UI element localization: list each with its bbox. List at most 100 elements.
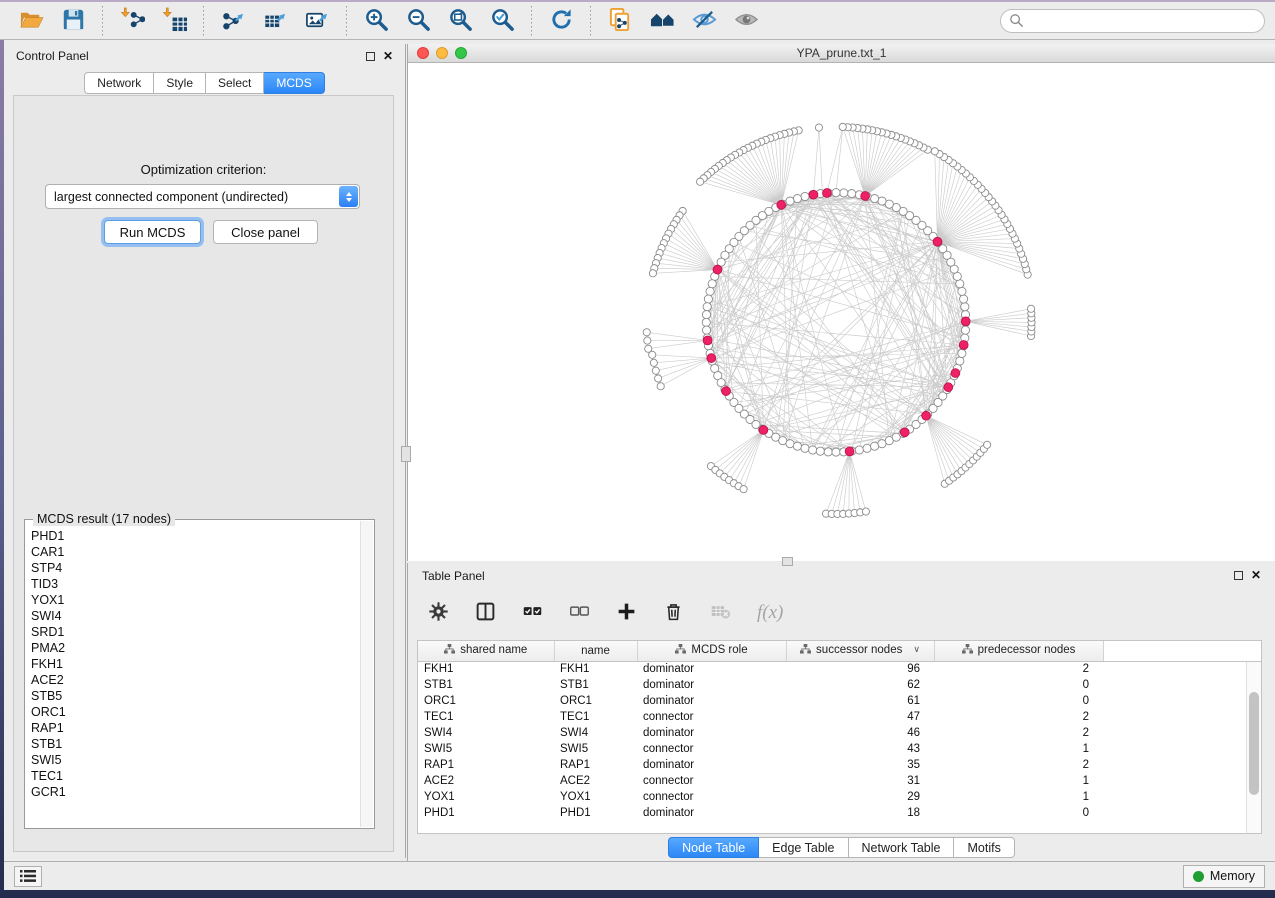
mcds-result-item[interactable]: RAP1: [31, 720, 358, 736]
import-table-button[interactable]: [157, 6, 191, 36]
graph-node[interactable]: [706, 287, 714, 295]
graph-mcds-node[interactable]: [861, 192, 870, 201]
cell[interactable]: 2: [934, 757, 1103, 773]
graph-node[interactable]: [863, 444, 871, 452]
table-row[interactable]: TEC1TEC1connector472: [418, 709, 1261, 725]
tab-node-table[interactable]: Node Table: [668, 837, 759, 858]
table-row[interactable]: YOX1YOX1connector291: [418, 789, 1261, 805]
cell[interactable]: dominator: [637, 805, 786, 821]
table-scrollbar-thumb[interactable]: [1249, 692, 1259, 795]
cell[interactable]: 0: [934, 677, 1103, 693]
first-neighbors-button[interactable]: [645, 6, 679, 36]
mcds-result-item[interactable]: STP4: [31, 560, 358, 576]
table-row[interactable]: SWI4SWI4dominator462: [418, 725, 1261, 741]
mcds-result-item[interactable]: SWI4: [31, 608, 358, 624]
graph-node[interactable]: [832, 189, 840, 197]
graph-leaf-node[interactable]: [649, 270, 656, 277]
cell[interactable]: ACE2: [554, 773, 637, 789]
mcds-result-list[interactable]: PHD1CAR1STP4TID3YOX1SWI4SRD1PMA2FKH1ACE2…: [31, 528, 358, 826]
table-scrollbar[interactable]: [1246, 662, 1261, 833]
run-mcds-button[interactable]: Run MCDS: [104, 220, 201, 244]
cell[interactable]: PHD1: [554, 805, 637, 821]
select-all-button[interactable]: [522, 601, 543, 625]
open-file-button[interactable]: [14, 6, 48, 36]
graph-node[interactable]: [956, 357, 964, 365]
export-image-button[interactable]: [300, 6, 334, 36]
graph-node[interactable]: [704, 295, 712, 303]
tab-style[interactable]: Style: [154, 72, 206, 94]
cell[interactable]: 43: [786, 741, 934, 757]
mcds-result-scrollbar[interactable]: [360, 521, 373, 827]
mcds-result-item[interactable]: PMA2: [31, 640, 358, 656]
deselect-all-button[interactable]: [569, 601, 590, 625]
cell[interactable]: dominator: [637, 725, 786, 741]
cell[interactable]: 46: [786, 725, 934, 741]
tab-edge-table[interactable]: Edge Table: [759, 837, 848, 858]
cell[interactable]: connector: [637, 709, 786, 725]
graph-leaf-node[interactable]: [862, 508, 869, 515]
graph-node[interactable]: [809, 446, 817, 454]
graph-leaf-node[interactable]: [655, 375, 662, 382]
cell[interactable]: connector: [637, 789, 786, 805]
duplicate-network-button[interactable]: [603, 6, 637, 36]
column-header-name[interactable]: name: [554, 641, 637, 661]
graph-mcds-node[interactable]: [777, 200, 786, 209]
cell[interactable]: 1: [934, 773, 1103, 789]
graph-mcds-node[interactable]: [823, 189, 832, 198]
delete-column-button[interactable]: [663, 601, 684, 625]
mcds-result-item[interactable]: TID3: [31, 576, 358, 592]
graph-node[interactable]: [961, 303, 969, 311]
column-header-MCDS-role[interactable]: MCDS role: [637, 641, 786, 661]
cell[interactable]: 2: [934, 661, 1103, 677]
table-row[interactable]: RAP1RAP1dominator352: [418, 757, 1261, 773]
graph-mcds-node[interactable]: [759, 426, 768, 435]
mcds-result-item[interactable]: CAR1: [31, 544, 358, 560]
cell[interactable]: STB1: [418, 677, 554, 693]
graph-node[interactable]: [961, 326, 969, 334]
column-header-predecessor-nodes[interactable]: predecessor nodes: [934, 641, 1103, 661]
graph-node[interactable]: [871, 194, 879, 202]
cell[interactable]: 0: [934, 693, 1103, 709]
graph-mcds-node[interactable]: [944, 383, 953, 392]
memory-button[interactable]: Memory: [1183, 865, 1265, 888]
cell[interactable]: 35: [786, 757, 934, 773]
mcds-result-item[interactable]: SRD1: [31, 624, 358, 640]
cell[interactable]: dominator: [637, 757, 786, 773]
optimization-criterion-select[interactable]: largest connected component (undirected): [45, 184, 360, 209]
cell[interactable]: 29: [786, 789, 934, 805]
graph-leaf-node[interactable]: [740, 486, 747, 493]
graph-leaf-node[interactable]: [839, 123, 846, 130]
export-table-button[interactable]: [258, 6, 292, 36]
graph-node[interactable]: [840, 189, 848, 197]
graph-node[interactable]: [703, 303, 711, 311]
save-session-button[interactable]: [56, 6, 90, 36]
add-column-button[interactable]: [616, 601, 637, 625]
graph-leaf-node[interactable]: [815, 124, 822, 131]
graph-node[interactable]: [702, 318, 710, 326]
graph-mcds-node[interactable]: [900, 428, 909, 437]
network-graph[interactable]: [408, 63, 1275, 560]
cell[interactable]: SWI4: [554, 725, 637, 741]
graph-node[interactable]: [960, 295, 968, 303]
graph-mcds-node[interactable]: [713, 265, 722, 274]
cell[interactable]: ACE2: [418, 773, 554, 789]
split-view-button[interactable]: [475, 601, 496, 625]
cell[interactable]: 47: [786, 709, 934, 725]
table-row[interactable]: PHD1PHD1dominator180: [418, 805, 1261, 821]
zoom-in-button[interactable]: [359, 6, 393, 36]
cell[interactable]: 18: [786, 805, 934, 821]
cell[interactable]: dominator: [637, 693, 786, 709]
cell[interactable]: connector: [637, 773, 786, 789]
graph-leaf-node[interactable]: [650, 359, 657, 366]
cell[interactable]: dominator: [637, 677, 786, 693]
graph-node[interactable]: [848, 190, 856, 198]
table-panel-close-icon[interactable]: ✕: [1251, 571, 1261, 580]
zoom-selected-button[interactable]: [485, 6, 519, 36]
mcds-result-item[interactable]: GCR1: [31, 784, 358, 800]
graph-leaf-node[interactable]: [697, 178, 704, 185]
graph-mcds-node[interactable]: [951, 369, 960, 378]
cell[interactable]: ORC1: [554, 693, 637, 709]
tab-motifs[interactable]: Motifs: [954, 837, 1014, 858]
cell[interactable]: SWI4: [418, 725, 554, 741]
import-network-button[interactable]: [115, 6, 149, 36]
